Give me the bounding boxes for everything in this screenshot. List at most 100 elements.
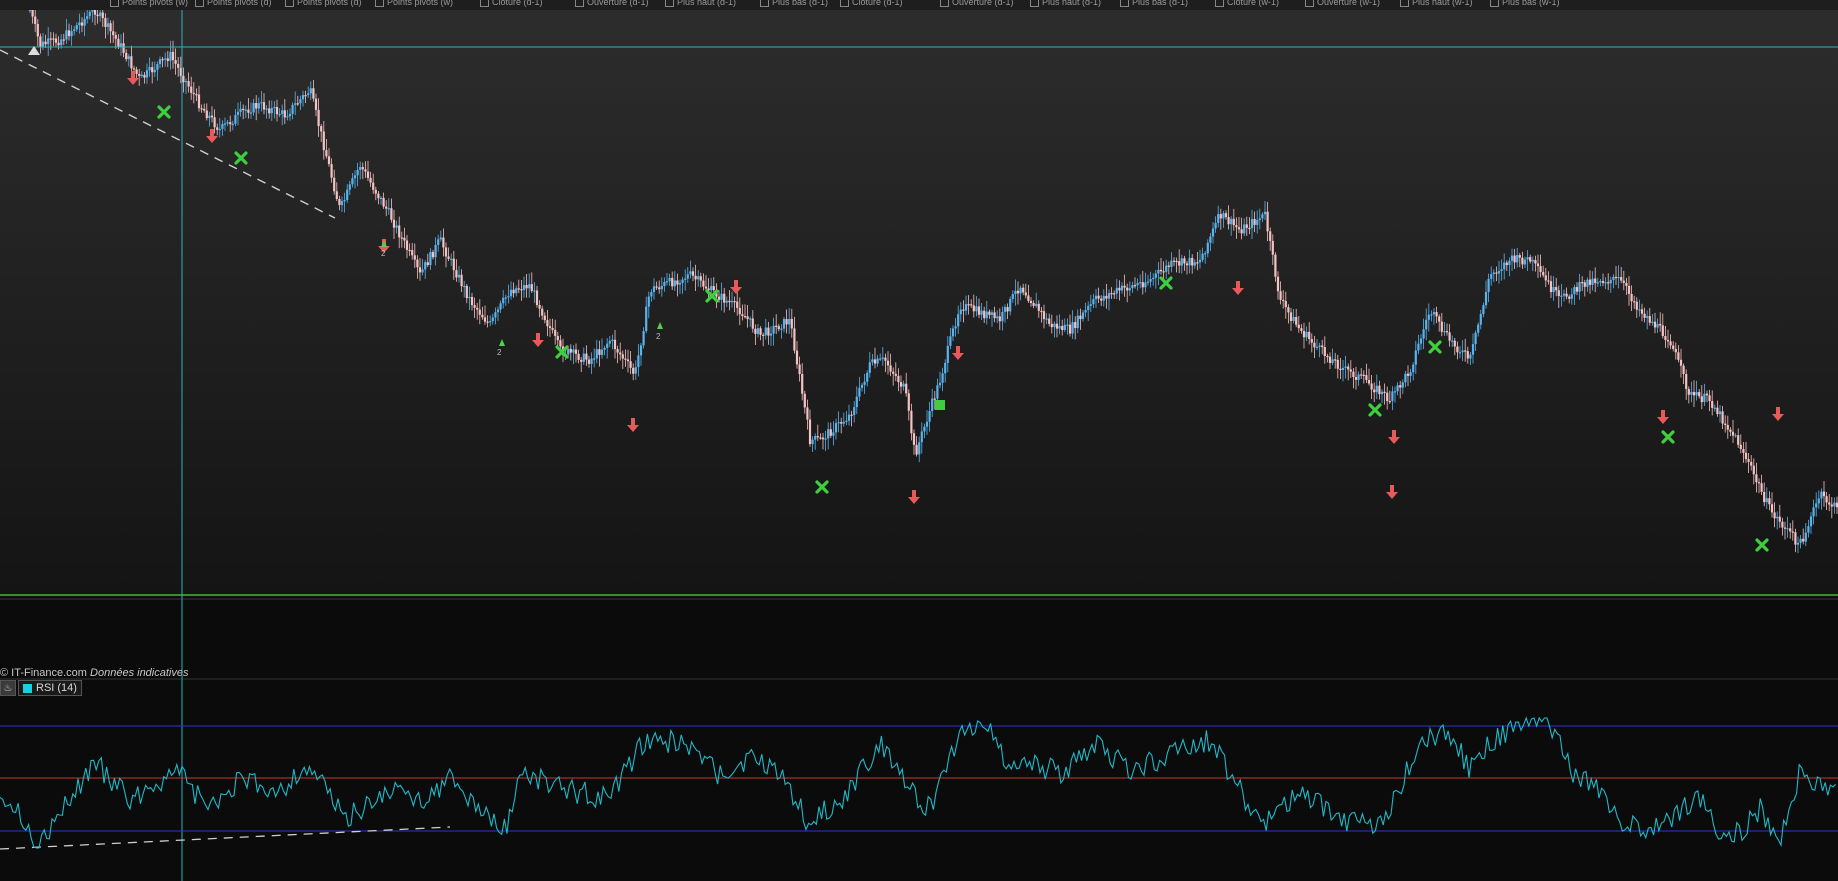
candle-down	[546, 320, 549, 327]
candle-up	[1222, 213, 1225, 219]
legend-checkbox[interactable]	[195, 0, 204, 8]
candle-up	[424, 262, 427, 270]
candle-up	[1833, 502, 1836, 507]
candle-up	[75, 25, 78, 30]
candle-up	[301, 95, 305, 100]
copyright-notice: © IT-Finance.com Données indicatives	[0, 667, 188, 679]
candle-down	[1708, 395, 1711, 402]
candle-up	[437, 239, 440, 245]
legend-checkbox[interactable]	[285, 0, 294, 8]
candle-down	[171, 51, 175, 60]
legend-checkbox[interactable]	[1030, 0, 1039, 8]
legend-item-9[interactable]: Ouverture (d-1)	[940, 0, 1014, 8]
candle-up	[1066, 324, 1069, 326]
candle-up	[567, 348, 570, 355]
legend-checkbox[interactable]	[940, 0, 949, 8]
candle-down	[543, 315, 546, 321]
legend-checkbox[interactable]	[840, 0, 849, 8]
rsi-indicator-button[interactable]: RSI (14)	[18, 680, 82, 696]
legend-item-10[interactable]: Plus haut (d-1)	[1030, 0, 1101, 8]
candle-down	[1349, 369, 1352, 372]
legend-checkbox[interactable]	[480, 0, 489, 8]
candle-up	[346, 189, 349, 200]
legend-item-4[interactable]: Clôture (d-1)	[480, 0, 543, 8]
candle-down	[1016, 290, 1020, 294]
candle-down	[1269, 231, 1272, 241]
candle-up	[1412, 364, 1415, 373]
candle-down	[1219, 214, 1222, 219]
candle-down	[621, 354, 624, 359]
legend-item-6[interactable]: Plus haut (d-1)	[665, 0, 736, 8]
legend-checkbox[interactable]	[665, 0, 674, 8]
legend-checkbox[interactable]	[1120, 0, 1129, 8]
legend-item-7[interactable]: Plus bas (d-1)	[760, 0, 828, 8]
candle-down	[1378, 385, 1381, 395]
price-chart-svg[interactable]: 2 2 2	[0, 0, 1838, 881]
legend-checkbox[interactable]	[575, 0, 584, 8]
candle-down	[327, 156, 331, 165]
candle-down	[1757, 482, 1761, 484]
legend-checkbox[interactable]	[110, 0, 119, 8]
candle-down	[213, 117, 216, 128]
candle-down	[1113, 293, 1116, 295]
candle-down	[182, 75, 185, 83]
legend-item-13[interactable]: Ouverture (w-1)	[1305, 0, 1380, 8]
candle-up	[140, 74, 143, 77]
bell-icon[interactable]: ♨	[0, 680, 16, 696]
candle-down	[1737, 435, 1740, 445]
candle-up	[507, 296, 510, 298]
legend-item-0[interactable]: Points pivots (w)	[110, 0, 188, 8]
legend-checkbox[interactable]	[375, 0, 384, 8]
candle-down	[1370, 383, 1373, 390]
candle-up	[1331, 359, 1334, 363]
legend-item-5[interactable]: Ouverture (d-1)	[575, 0, 649, 8]
candle-up	[1206, 242, 1209, 254]
candle-down	[632, 367, 635, 374]
candle-down	[465, 285, 468, 299]
legend-checkbox[interactable]	[1400, 0, 1409, 8]
legend-item-3[interactable]: Points pivots (w)	[375, 0, 453, 8]
candle-down	[1770, 504, 1774, 513]
candle-down	[1575, 287, 1579, 292]
legend-checkbox[interactable]	[1305, 0, 1314, 8]
legend-item-2[interactable]: Points pivots (d)	[285, 0, 362, 8]
legend-checkbox[interactable]	[1215, 0, 1224, 8]
candle-up	[1094, 295, 1098, 300]
candle-up	[1401, 382, 1404, 388]
candle-down	[1141, 282, 1144, 288]
candle-down	[1224, 213, 1228, 218]
candle-up	[990, 312, 994, 315]
candle-up	[985, 311, 988, 319]
candle-down	[390, 208, 393, 220]
legend-item-1[interactable]: Points pivots (d)	[195, 0, 272, 8]
legend-label: Plus haut (w-1)	[1412, 0, 1473, 7]
candle-up	[684, 278, 687, 280]
candle-down	[200, 108, 203, 110]
legend-checkbox[interactable]	[1490, 0, 1499, 8]
candle-up	[918, 442, 921, 455]
legend-item-8[interactable]: Clôture (d-1)	[840, 0, 903, 8]
candle-down	[1456, 346, 1459, 353]
legend-item-12[interactable]: Clôture (w-1)	[1215, 0, 1279, 8]
legend-item-14[interactable]: Plus haut (w-1)	[1400, 0, 1473, 8]
legend-item-11[interactable]: Plus bas (d-1)	[1120, 0, 1188, 8]
candle-up	[772, 325, 775, 334]
candle-up	[223, 123, 227, 125]
candle-down	[322, 131, 325, 151]
candle-down	[1692, 391, 1696, 396]
candle-up	[340, 201, 344, 206]
candle-up	[1063, 324, 1066, 331]
candle-up	[1804, 532, 1807, 542]
candle-down	[1750, 461, 1753, 466]
legend-item-15[interactable]: Plus bas (w-1)	[1490, 0, 1560, 8]
candle-up	[1484, 292, 1488, 306]
candle-up	[387, 208, 390, 210]
candle-up	[1120, 285, 1124, 291]
candle-down	[1635, 301, 1638, 310]
candle-up	[78, 22, 81, 26]
candle-down	[161, 59, 164, 61]
candle-up	[145, 70, 149, 78]
candle-up	[949, 336, 952, 346]
legend-checkbox[interactable]	[760, 0, 769, 8]
candle-up	[1217, 214, 1220, 223]
